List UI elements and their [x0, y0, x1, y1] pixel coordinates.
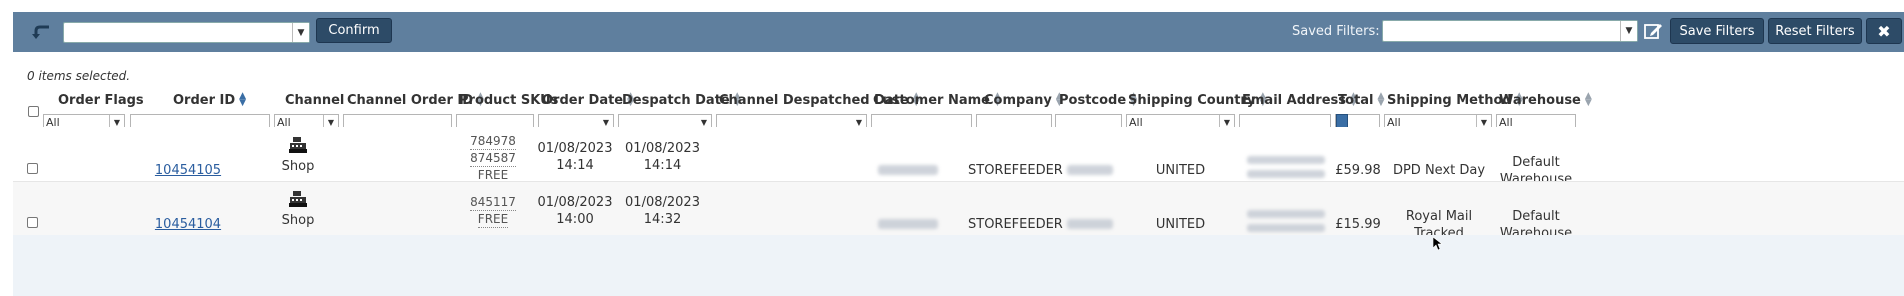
- sort-icon: ▲ ▼: [1584, 91, 1592, 108]
- postcode-redacted: [1067, 165, 1113, 175]
- order-id-link[interactable]: 10454105: [143, 162, 233, 179]
- orders-grid-panel: ▼ Confirm Saved Filters: ▼ Save Filters …: [13, 12, 1904, 296]
- chevron-down-icon: ▼: [1620, 21, 1637, 41]
- column-header-order-id[interactable]: Order ID ▲ ▼: [173, 90, 247, 110]
- channel-cell: Shop: [268, 191, 328, 229]
- cash-register-icon: [289, 137, 307, 153]
- grid-toolbar: ▼ Confirm Saved Filters: ▼ Save Filters …: [13, 12, 1904, 52]
- confirm-button[interactable]: Confirm: [316, 18, 392, 43]
- column-header-order-flags[interactable]: Order Flags: [58, 90, 144, 110]
- sku-link[interactable]: 784978: [470, 133, 516, 150]
- sku-link[interactable]: 845117: [470, 194, 516, 211]
- bulk-action-select[interactable]: ▼: [63, 22, 310, 43]
- column-header-customer-name[interactable]: Customer Name ▲ ▼: [873, 90, 1002, 110]
- column-header-postcode[interactable]: Postcode ▲ ▼: [1059, 90, 1138, 110]
- mouse-cursor: [1432, 236, 1443, 251]
- order-date-cell: 01/08/2023 14:14: [537, 141, 613, 173]
- total-cell: £15.99: [1335, 217, 1381, 232]
- product-skus-cell[interactable]: 845117 FREE: [453, 194, 533, 228]
- return-arrow-icon[interactable]: [31, 22, 53, 42]
- channel-name: Shop: [281, 159, 315, 174]
- customer-name-redacted: [878, 219, 938, 229]
- email-redacted: [1247, 156, 1325, 164]
- email-redacted: [1247, 170, 1325, 178]
- saved-filters-label: Saved Filters:: [1292, 24, 1380, 39]
- order-date-cell: 01/08/2023 14:00: [537, 195, 613, 227]
- column-header-company[interactable]: Company ▲ ▼: [984, 90, 1064, 110]
- row-checkbox[interactable]: [27, 163, 38, 174]
- total-cell: £59.98: [1335, 163, 1381, 178]
- product-skus-cell[interactable]: 784978 874587 FREE: [453, 133, 533, 184]
- postcode-redacted: [1067, 219, 1113, 229]
- column-header-warehouse[interactable]: Warehouse ▲ ▼: [1499, 90, 1593, 110]
- despatch-date-cell: 01/08/2023 14:32: [625, 195, 700, 227]
- chevron-down-icon: ▼: [292, 23, 309, 42]
- customer-name-redacted: [878, 165, 938, 175]
- sort-icon: ▲ ▼: [1377, 91, 1385, 108]
- select-all-checkbox[interactable]: [28, 106, 39, 117]
- sku-link[interactable]: 874587: [470, 150, 516, 167]
- table-row[interactable]: 10454104 Shop 845117 FREE 01/08/2023 14:0…: [13, 181, 1904, 258]
- column-header-total[interactable]: Total ▲ ▼: [1338, 90, 1386, 110]
- sku-link[interactable]: FREE: [477, 211, 509, 228]
- row-checkbox[interactable]: [27, 217, 38, 228]
- save-filters-button[interactable]: Save Filters: [1670, 18, 1764, 44]
- channel-name: Shop: [281, 213, 315, 228]
- shipping-method-cell: DPD Next Day: [1392, 163, 1486, 178]
- edit-icon[interactable]: [1643, 21, 1663, 41]
- close-icon[interactable]: ✖: [1866, 18, 1902, 44]
- despatch-date-cell: 01/08/2023 14:14: [625, 141, 700, 173]
- reset-filters-button[interactable]: Reset Filters: [1768, 18, 1862, 44]
- email-redacted: [1247, 210, 1325, 218]
- column-header-channel[interactable]: Channel: [285, 90, 344, 110]
- saved-filters-select[interactable]: ▼: [1382, 20, 1638, 42]
- cash-register-icon: [289, 191, 307, 207]
- grid-empty-area: [13, 235, 1904, 296]
- order-id-link[interactable]: 10454104: [143, 216, 233, 233]
- company-cell: STOREFEEDER: [968, 163, 1063, 178]
- selection-count: 0 items selected.: [27, 69, 131, 83]
- company-cell: STOREFEEDER: [968, 217, 1063, 232]
- email-redacted: [1247, 224, 1325, 232]
- channel-cell: Shop: [268, 137, 328, 175]
- sort-desc-icon: ▲ ▼: [239, 91, 247, 108]
- table-row[interactable]: 10454105 Shop 784978 874587 FREE 01/08/2…: [13, 127, 1904, 195]
